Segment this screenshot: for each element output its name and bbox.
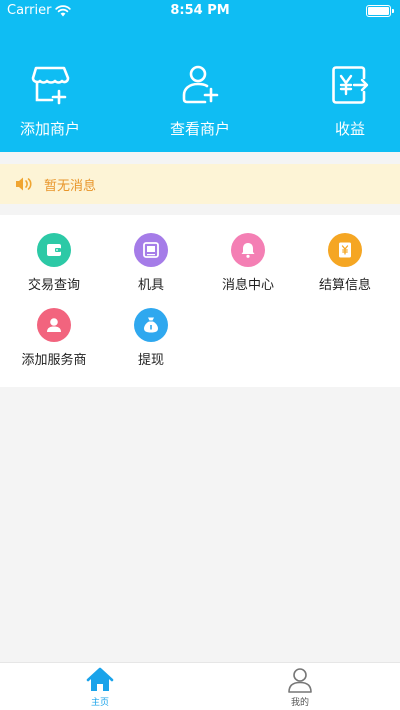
devices-item[interactable]: 机具 [101, 233, 201, 293]
yuan-exchange-icon [332, 66, 369, 104]
add-service-provider-label: 添加服务商 [21, 353, 87, 368]
battery-fill [368, 7, 389, 15]
home-icon [86, 667, 114, 691]
earnings-button[interactable]: 收益 [300, 64, 400, 139]
earnings-label: 收益 [334, 120, 365, 138]
top-actions: 添加商户 查看商户 收益 [0, 64, 400, 144]
money-bag-icon [134, 308, 168, 342]
settlement-info-item[interactable]: 结算信息 [295, 233, 395, 293]
tab-profile-label: 我的 [290, 698, 309, 708]
tab-home[interactable]: 主页 [0, 667, 200, 708]
bell-icon [231, 233, 265, 267]
add-merchant-button[interactable]: 添加商户 [0, 64, 100, 139]
view-merchant-label: 查看商户 [169, 120, 230, 138]
transaction-query-label: 交易查询 [27, 278, 80, 293]
add-user-icon [182, 65, 219, 104]
speaker-icon [16, 177, 32, 191]
person-icon [37, 308, 71, 342]
header: Carrier 8:54 PM 添加商户 查看商户 收益 [0, 0, 400, 152]
wallet-icon [37, 233, 71, 267]
profile-icon [288, 668, 312, 693]
withdraw-item[interactable]: 提现 [101, 308, 201, 368]
message-center-item[interactable]: 消息中心 [198, 233, 298, 293]
status-time: 8:54 PM [170, 3, 230, 18]
view-merchant-button[interactable]: 查看商户 [150, 64, 250, 139]
notice-bar[interactable]: 暂无消息 [0, 164, 400, 204]
add-service-provider-item[interactable]: 添加服务商 [4, 308, 104, 368]
tab-bar: 主页 我的 [0, 662, 400, 710]
function-menu: 交易查询 机具 消息中心 结算信息 添加服务商 提现 [0, 215, 400, 387]
message-center-label: 消息中心 [221, 278, 274, 293]
device-icon [134, 233, 168, 267]
battery-icon [366, 5, 394, 17]
yuan-card-icon [328, 233, 362, 267]
tab-home-label: 主页 [90, 698, 109, 708]
settlement-info-label: 结算信息 [318, 278, 371, 293]
transaction-query-item[interactable]: 交易查询 [4, 233, 104, 293]
status-bar: Carrier 8:54 PM [0, 0, 400, 22]
add-merchant-label: 添加商户 [19, 120, 80, 138]
add-store-icon [31, 66, 70, 105]
withdraw-label: 提现 [137, 353, 164, 368]
tab-profile[interactable]: 我的 [200, 667, 400, 708]
notice-text: 暂无消息 [44, 178, 97, 194]
devices-label: 机具 [137, 278, 164, 293]
